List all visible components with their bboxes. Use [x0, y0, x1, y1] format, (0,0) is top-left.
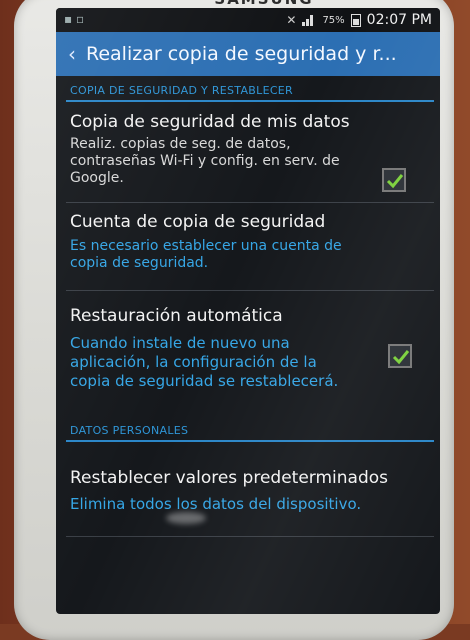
- setting-backup-data[interactable]: Copia de seguridad de mis datos Realiz. …: [56, 106, 440, 200]
- mute-icon: ✕: [286, 13, 297, 27]
- section-header-label: COPIA DE SEGURIDAD Y RESTABLECER: [70, 84, 293, 97]
- setting-subtitle: Elimina todos los datos del dispositivo.: [70, 495, 362, 513]
- clock: 02:07 PM: [366, 12, 432, 28]
- setting-auto-restore[interactable]: Restauración automática Cuando instale d…: [56, 294, 440, 412]
- setting-title: Restablecer valores predeterminados: [70, 468, 389, 488]
- setting-title: Copia de seguridad de mis datos: [70, 112, 350, 132]
- setting-factory-reset[interactable]: Restablecer valores predeterminados Elim…: [56, 454, 440, 532]
- brand-logo: SAMSUNG: [209, 0, 319, 8]
- setting-subtitle: Cuando instale de nuevo una aplicación, …: [70, 334, 339, 390]
- section-header-personal: DATOS PERSONALES: [56, 420, 440, 442]
- section-header-backup: COPIA DE SEGURIDAD Y RESTABLECER: [56, 80, 440, 102]
- setting-subtitle: Es necesario establecer una cuenta de co…: [70, 238, 342, 271]
- battery-icon: [350, 13, 361, 27]
- divider: [66, 536, 434, 537]
- screen-smudge: [166, 512, 206, 524]
- phone-body: SAMSUNG ▪ ▫ ✕ 75% 02:07 PM ‹ Realizar co…: [14, 0, 454, 640]
- checkmark-icon: [392, 350, 410, 365]
- checkmark-icon: [386, 174, 404, 189]
- status-bar: ▪ ▫ ✕ 75% 02:07 PM: [56, 8, 440, 32]
- divider: [66, 202, 434, 203]
- back-arrow-icon[interactable]: ‹: [58, 42, 86, 66]
- backup-data-checkbox[interactable]: [382, 168, 406, 192]
- setting-backup-account[interactable]: Cuenta de copia de seguridad Es necesari…: [56, 206, 440, 288]
- auto-restore-checkbox[interactable]: [388, 344, 412, 368]
- notification-icons: ▪ ▫: [64, 12, 85, 26]
- battery-percent: 75%: [322, 14, 345, 26]
- section-header-label: DATOS PERSONALES: [70, 424, 189, 437]
- divider: [66, 290, 434, 291]
- action-bar: ‹ Realizar copia de seguridad y r...: [56, 32, 440, 76]
- setting-title: Cuenta de copia de seguridad: [70, 212, 326, 232]
- signal-icon: [302, 14, 316, 26]
- setting-title: Restauración automática: [70, 306, 283, 326]
- setting-subtitle: Realiz. copias de seg. de datos, contras…: [70, 136, 340, 186]
- phone-screen: ▪ ▫ ✕ 75% 02:07 PM ‹ Realizar copia de s…: [56, 8, 440, 614]
- page-title: Realizar copia de seguridad y r...: [86, 43, 397, 65]
